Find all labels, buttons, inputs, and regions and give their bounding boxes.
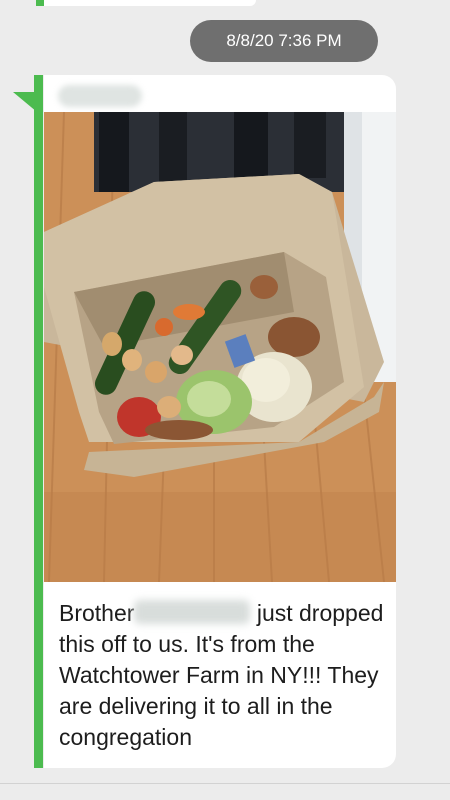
sender-name-blurred (58, 85, 142, 107)
composer-divider (0, 783, 450, 784)
timestamp-pill: 8/8/20 7:36 PM (190, 20, 378, 62)
previous-message-accent (36, 0, 44, 6)
incoming-message-accent-bar (34, 75, 43, 768)
message-photo[interactable] (44, 112, 396, 582)
message-text-start: Brother (59, 600, 135, 626)
incoming-message-bubble[interactable]: Brother just dropped this off to us. It'… (44, 75, 396, 768)
previous-message-bubble[interactable] (36, 0, 256, 6)
message-text: Brother just dropped this off to us. It'… (59, 598, 389, 753)
redacted-name (134, 600, 251, 624)
